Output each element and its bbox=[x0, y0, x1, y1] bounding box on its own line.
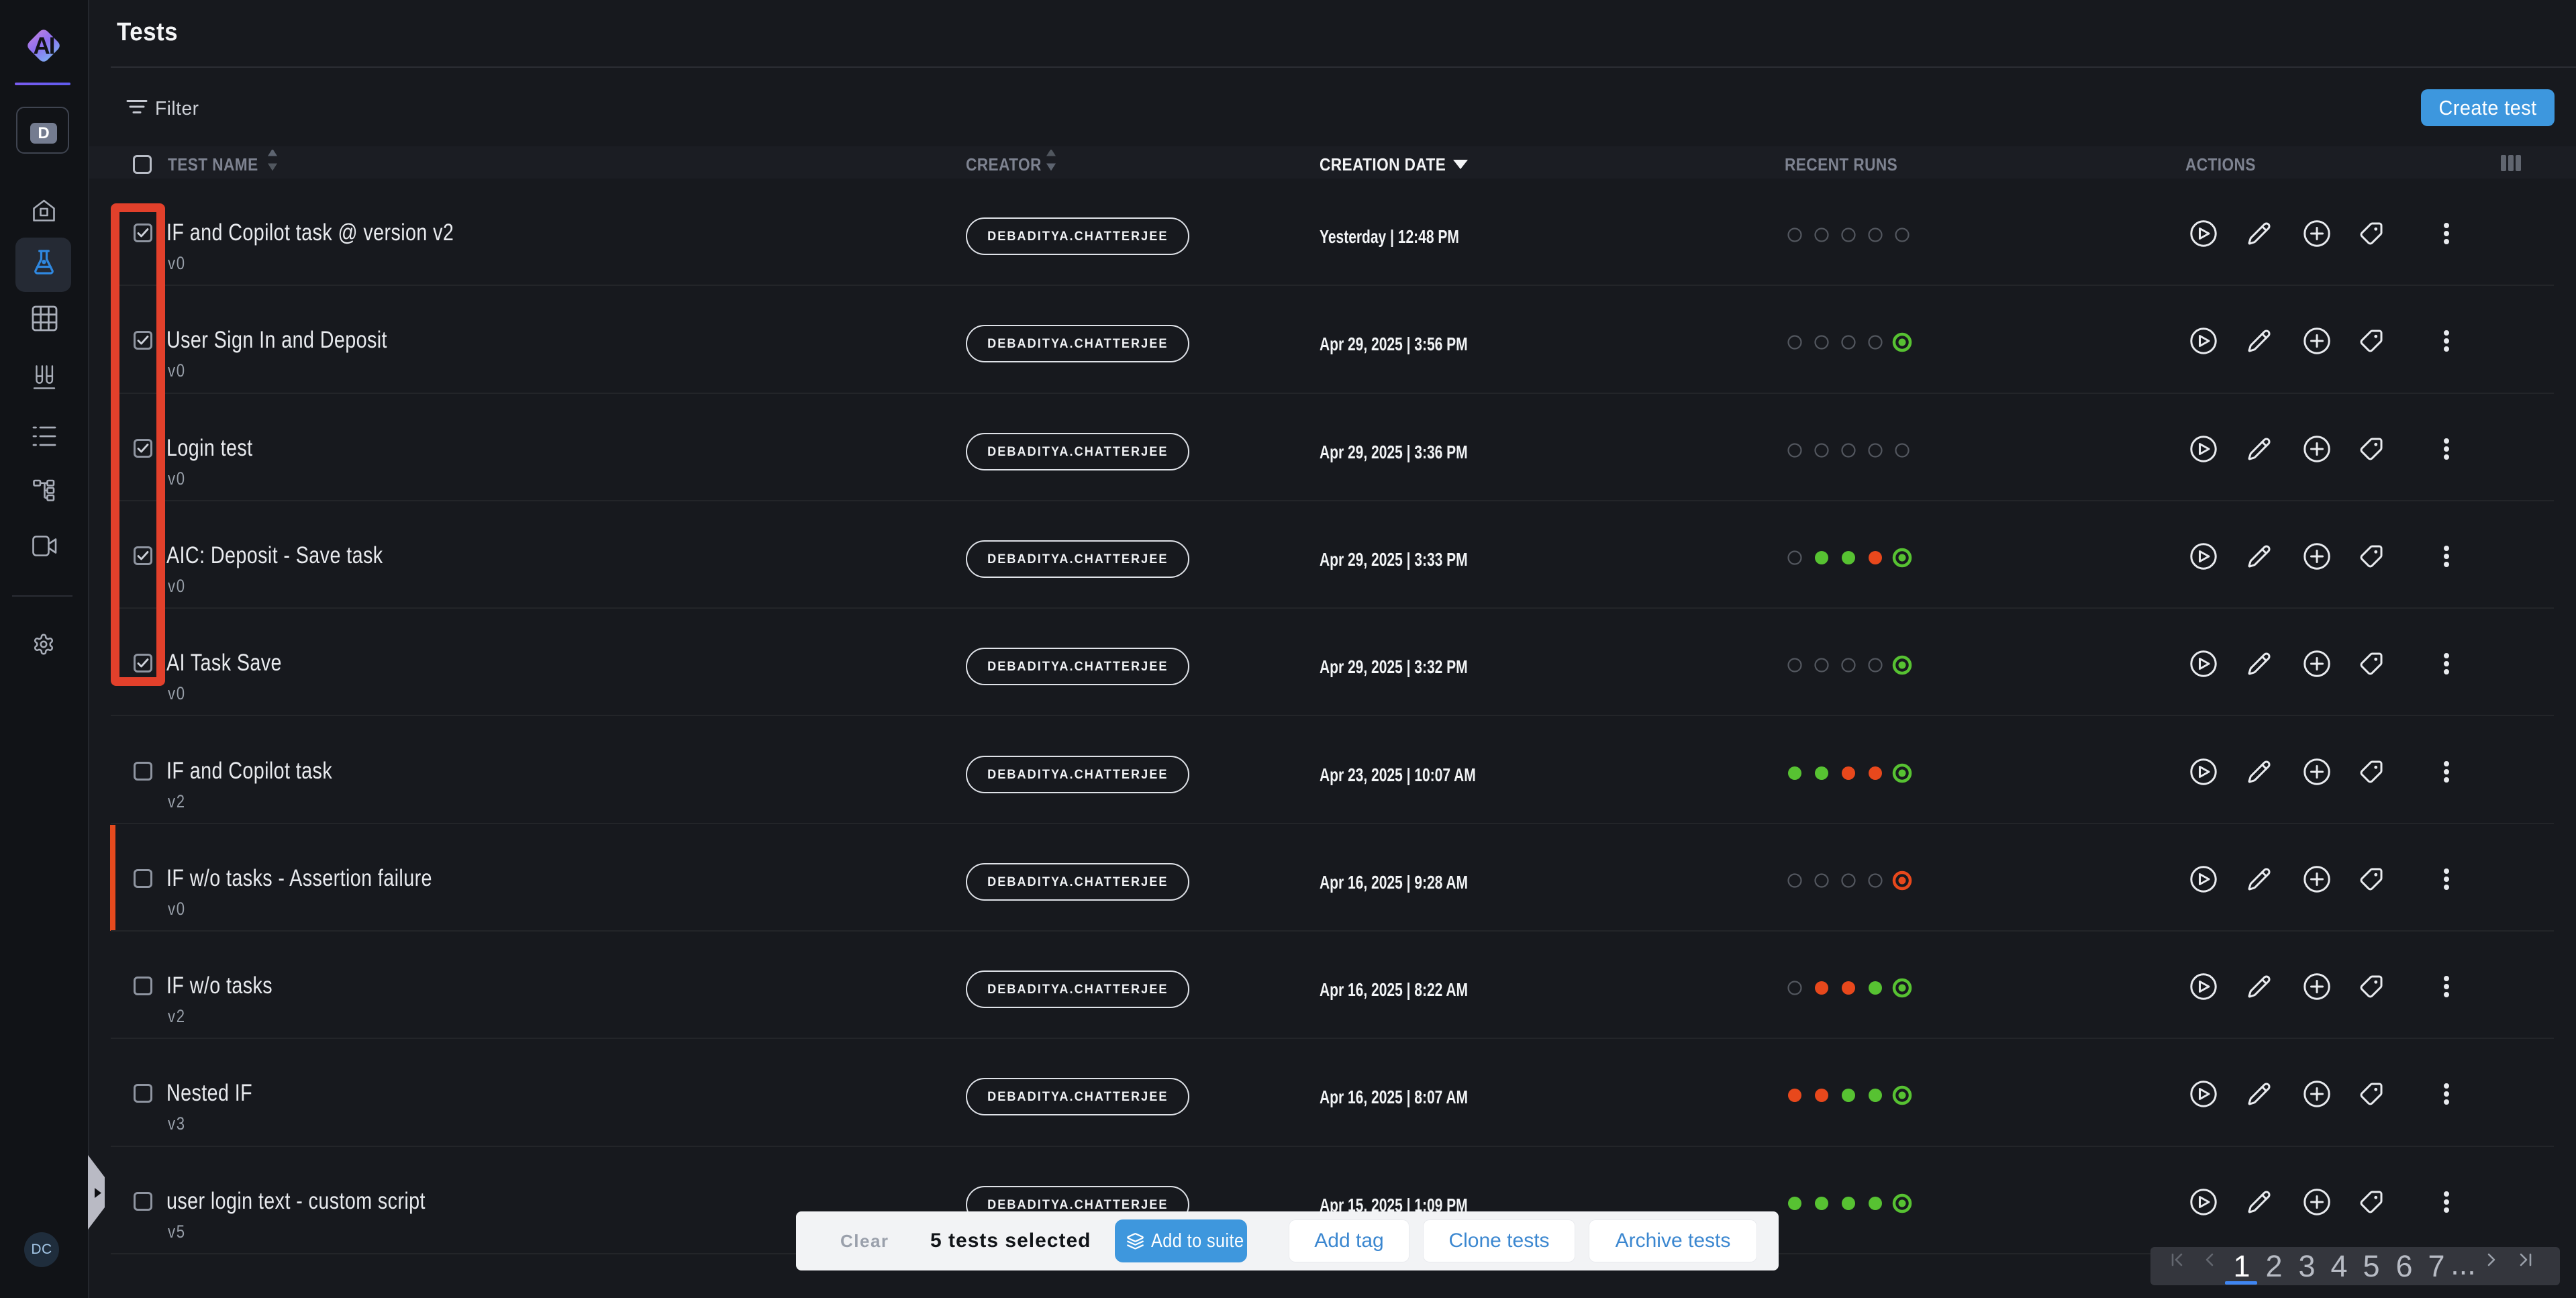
svg-text:AI: AI bbox=[34, 33, 54, 59]
